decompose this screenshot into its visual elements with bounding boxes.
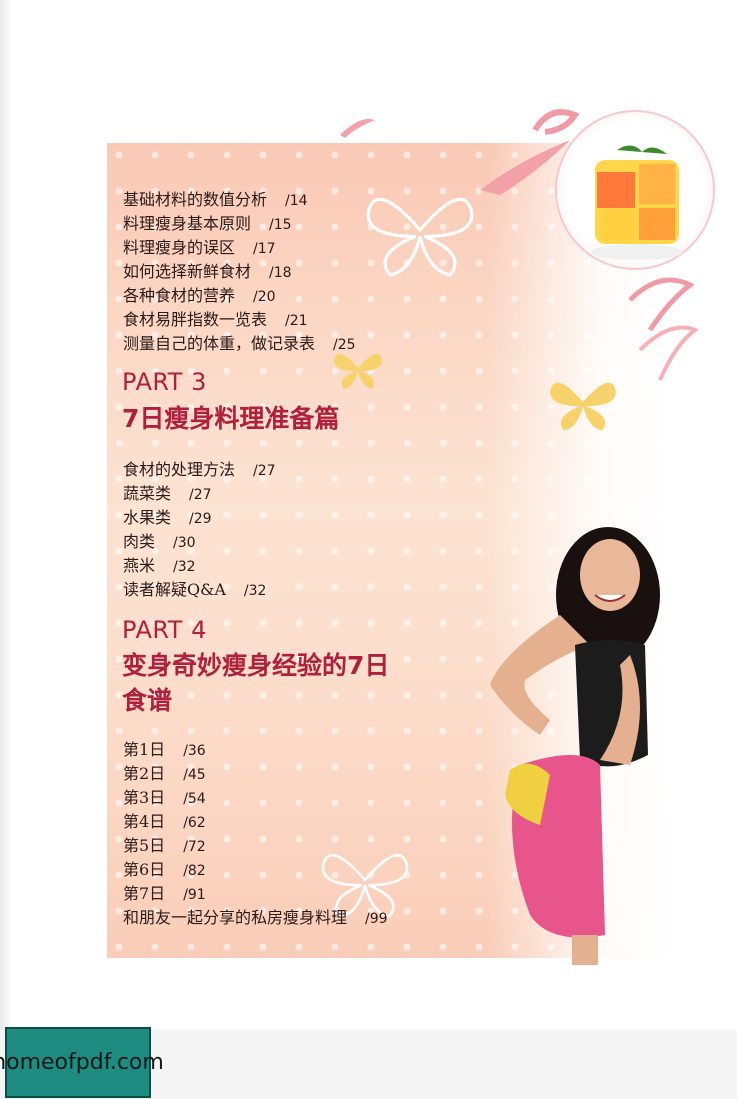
watermark-badge[interactable]: homeofpdf.com (0, 1027, 164, 1098)
part3-title: 7日瘦身料理准备篇 (122, 404, 340, 433)
page-edge-shadow (0, 0, 12, 1099)
toc-entry[interactable]: 第6日/82 (123, 858, 206, 882)
toc-entry[interactable]: 第1日/36 (123, 738, 206, 762)
toc-entry[interactable]: 各种食材的营养/20 (123, 284, 276, 308)
model-photo (490, 527, 660, 965)
toc-entry[interactable]: 燕米/32 (123, 554, 196, 578)
toc-entry[interactable]: 第3日/54 (123, 786, 206, 810)
part3-label: PART 3 (122, 368, 207, 396)
part4-title-line1: 变身奇妙瘦身经验的7日 (122, 651, 390, 680)
toc-entry[interactable]: 料理瘦身的误区/17 (123, 236, 276, 260)
toc-entry[interactable]: 料理瘦身基本原则/15 (123, 212, 292, 236)
toc-entry[interactable]: 基础材料的数值分析/14 (123, 188, 308, 212)
toc-entry[interactable]: 食材易胖指数一览表/21 (123, 308, 308, 332)
toc-entry[interactable]: 读者解疑Q&A/32 (123, 578, 266, 602)
butterfly-outline-icon (366, 197, 474, 277)
toc-entry[interactable]: 第7日/91 (123, 882, 206, 906)
toc-entry[interactable]: 和朋友一起分享的私房瘦身料理/99 (123, 906, 388, 930)
toc-entry[interactable]: 测量自己的体重，做记录表/25 (123, 332, 356, 356)
butterfly-icon (550, 382, 616, 431)
toc-entry[interactable]: 肉类/30 (123, 530, 196, 554)
toc-entry[interactable]: 第2日/45 (123, 762, 206, 786)
part4-label: PART 4 (122, 616, 207, 644)
toc-entry[interactable]: 食材的处理方法/27 (123, 458, 276, 482)
toc-entry[interactable]: 第4日/62 (123, 810, 206, 834)
toc-entry[interactable]: 水果类/29 (123, 506, 212, 530)
dessert-image (555, 110, 715, 270)
toc-entry[interactable]: 第5日/72 (123, 834, 206, 858)
toc-entry[interactable]: 如何选择新鲜食材/18 (123, 260, 292, 284)
part4-title-line2: 食谱 (122, 686, 173, 715)
toc-entry[interactable]: 蔬菜类/27 (123, 482, 212, 506)
